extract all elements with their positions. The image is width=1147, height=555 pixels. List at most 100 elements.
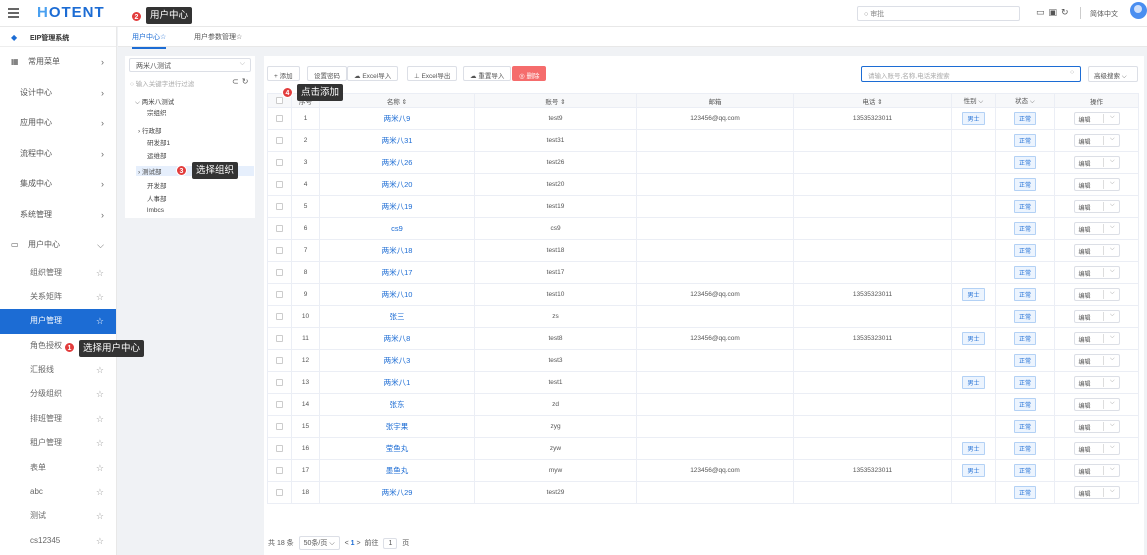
star-icon[interactable]: ☆ [96,407,104,431]
edit-dropdown[interactable]: 编辑 ⌵ [1073,420,1120,433]
sidebar-sub-item[interactable]: 租户管理 ☆ [0,431,116,455]
table-row[interactable]: 1 两米八9 test9 123456@qq.com 13535323011 男… [267,107,1139,130]
tree-node[interactable]: 宗组织 [147,107,167,117]
sidebar-menu-item[interactable]: 系统管理 › [0,200,116,231]
search-icon[interactable]: ○ [1070,69,1074,76]
sidebar-sub-item[interactable]: 排班管理 ☆ [0,407,116,431]
star-icon[interactable]: ☆ [96,456,104,480]
star-icon[interactable]: ☆ [96,529,104,553]
tree-node[interactable]: › 行政部 [138,125,161,135]
tree-node[interactable]: ⌵ 两米八测试 [135,96,174,107]
sidebar-sub-item[interactable]: cs12345 ☆ [0,529,116,553]
user-name-link[interactable]: 张三 [319,305,475,328]
star-icon[interactable]: ☆ [96,504,104,528]
edit-dropdown[interactable]: 编辑 ⌵ [1073,156,1120,169]
user-name-link[interactable]: 两米八9 [319,107,475,130]
edit-dropdown[interactable]: 编辑 ⌵ [1073,310,1120,323]
set-password-button[interactable]: 设置密码 [307,66,347,81]
table-row[interactable]: 8 两米八17 test17 正常 编辑 ⌵ [267,261,1139,284]
row-checkbox[interactable] [267,327,292,350]
user-name-link[interactable]: 两米八8 [319,327,475,350]
edit-dropdown[interactable]: 编辑 ⌵ [1073,442,1120,455]
edit-dropdown[interactable]: 编辑 ⌵ [1073,486,1120,499]
sidebar-menu-item[interactable]: 集成中心 › [0,169,116,200]
edit-dropdown[interactable]: 编辑 ⌵ [1073,376,1120,389]
sidebar-sub-item[interactable]: 汇报线 ☆ [0,358,116,382]
header-tools[interactable]: ▭▣↻ [1036,7,1073,18]
sidebar-sub-item[interactable]: 关系矩阵 ☆ [0,285,116,309]
avatar[interactable] [1130,2,1147,19]
edit-dropdown[interactable]: 编辑 ⌵ [1073,354,1120,367]
edit-dropdown[interactable]: 编辑 ⌵ [1073,244,1120,257]
user-name-link[interactable]: cs9 [319,217,475,240]
tree-node[interactable]: 研发部1 [147,137,170,147]
edit-dropdown[interactable]: 编辑 ⌵ [1073,464,1120,477]
sidebar-sub-item[interactable]: abc ☆ [0,480,116,504]
goto-input[interactable]: 1 [383,538,398,549]
star-icon[interactable]: ☆ [96,382,104,406]
edit-dropdown[interactable]: 编辑 ⌵ [1073,200,1120,213]
row-checkbox[interactable] [267,239,292,262]
table-row[interactable]: 6 cs9 cs9 正常 编辑 ⌵ [267,217,1139,240]
row-checkbox[interactable] [267,459,292,482]
page-size-select[interactable]: 50条/页 ⌵ [298,536,340,550]
user-name-link[interactable]: 两米八26 [319,151,475,174]
table-row[interactable]: 13 两米八1 test1 男士 正常 编辑 ⌵ [267,371,1139,394]
edit-dropdown[interactable]: 编辑 ⌵ [1073,222,1120,235]
table-row[interactable]: 5 两米八19 test19 正常 编辑 ⌵ [267,195,1139,218]
row-checkbox[interactable] [267,151,292,174]
edit-dropdown[interactable]: 编辑 ⌵ [1073,134,1120,147]
table-row[interactable]: 11 两米八8 test8 123456@qq.com 13535323011 … [267,327,1139,350]
sidebar-menu-item[interactable]: ▭ 用户中心 ⌵ [0,230,116,261]
user-name-link[interactable]: 张宇果 [319,415,475,438]
col-status[interactable]: 状态 ⌵ [995,93,1055,108]
row-checkbox[interactable] [267,415,292,438]
user-name-link[interactable]: 两米八20 [319,173,475,196]
row-checkbox[interactable] [267,283,292,306]
excel-import-button[interactable]: ☁ Excel导入 [347,66,399,81]
star-icon[interactable]: ☆ [96,431,104,455]
user-name-link[interactable]: 两米八31 [319,129,475,152]
star-icon[interactable]: ☆ [96,480,104,504]
sidebar-sub-item[interactable]: 用户管理 ☆ [0,309,116,334]
sidebar-sub-item[interactable]: 组织管理 ☆ [0,261,116,285]
sidebar-menu-item[interactable]: 应用中心 › [0,108,116,139]
tab-user-params[interactable]: 用户参数管理☆ [194,32,242,42]
col-phone[interactable]: 电话 ⇕ [793,93,952,108]
sidebar-menu-item[interactable]: ▦ 常用菜单 › [0,47,116,78]
table-row[interactable]: 9 两米八10 test10 123456@qq.com 13535323011… [267,283,1139,306]
prev-page-button[interactable]: < [345,540,349,547]
star-icon[interactable]: ☆ [96,309,104,333]
refresh-icon[interactable]: ⊂↻ [232,77,251,86]
row-checkbox[interactable] [267,261,292,284]
star-icon[interactable]: ☆ [96,285,104,309]
user-name-link[interactable]: 莹鱼丸 [319,437,475,460]
sidebar-sub-item[interactable]: 表单 ☆ [0,456,116,480]
org-select[interactable]: 两米八测试 ⌵ [129,58,251,72]
user-name-link[interactable]: 两米八10 [319,283,475,306]
row-checkbox[interactable] [267,437,292,460]
table-row[interactable]: 3 两米八26 test26 正常 编辑 ⌵ [267,151,1139,174]
tree-node[interactable]: 开发部 [147,180,167,190]
language-switch[interactable]: 简体中文 [1090,9,1118,19]
user-name-link[interactable]: 两米八19 [319,195,475,218]
excel-export-button[interactable]: ⊥ Excel导出 [407,66,458,81]
user-name-link[interactable]: 张东 [319,393,475,416]
tree-filter-input[interactable]: ○ 输入关键字进行过滤 [130,78,194,88]
next-page-button[interactable]: > [357,540,361,547]
sidebar-menu-item[interactable]: 流程中心 › [0,139,116,170]
table-row[interactable]: 16 莹鱼丸 zyw 男士 正常 编辑 ⌵ [267,437,1139,460]
row-checkbox[interactable] [267,349,292,372]
row-checkbox[interactable] [267,305,292,328]
row-checkbox[interactable] [267,217,292,240]
advanced-search-button[interactable]: 高级搜索 ⌵ [1088,66,1138,82]
table-row[interactable]: 15 张宇果 zyg 正常 编辑 ⌵ [267,415,1139,438]
table-row[interactable]: 14 张东 zd 正常 编辑 ⌵ [267,393,1139,416]
edit-dropdown[interactable]: 编辑 ⌵ [1073,112,1120,125]
tree-node[interactable]: 运维部 [147,150,167,160]
row-checkbox[interactable] [267,129,292,152]
table-row[interactable]: 2 两米八31 test31 正常 编辑 ⌵ [267,129,1139,152]
table-row[interactable]: 17 墨鱼丸 myw 123456@qq.com 13535323011 男士 … [267,459,1139,482]
menu-toggle-icon[interactable] [8,8,19,18]
user-search-input[interactable]: 请输入账号,名称,电话来搜索 ○ [861,66,1081,82]
